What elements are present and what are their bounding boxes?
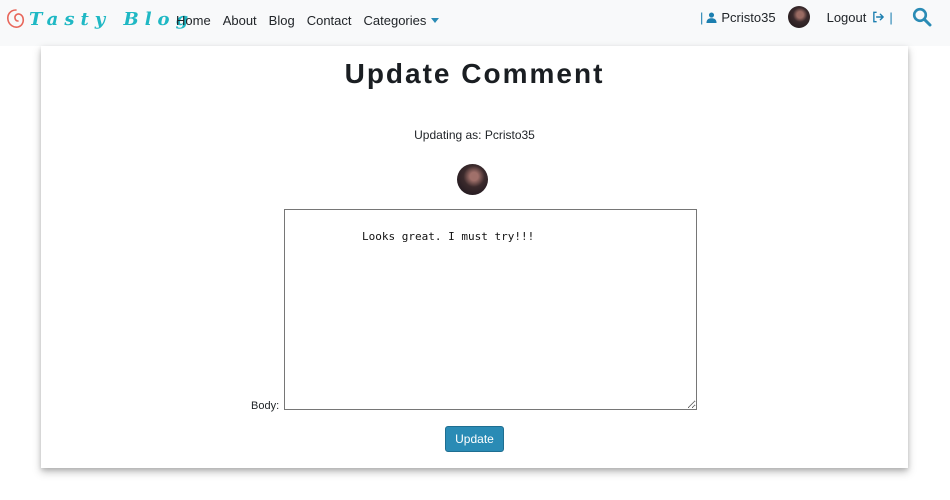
navbar: Tasty Blog Home About Blog Contact Categ… [0,0,950,46]
avatar[interactable] [787,6,810,28]
nav-contact[interactable]: Contact [301,13,358,28]
update-button[interactable]: Update [445,426,504,452]
user-area: | Pcristo35 Logout | [700,0,893,34]
nav-categories-label: Categories [363,12,427,28]
separator: | [889,9,893,25]
updating-as-text: Updating as: Pcristo35 [414,128,535,142]
nav-categories-dropdown[interactable]: Categories [358,13,446,28]
user-icon [706,11,717,23]
update-comment-card: Update Comment Updating as: Pcristo35 Bo… [41,46,908,468]
page-title: Update Comment [344,58,605,89]
sign-out-icon[interactable] [872,11,885,23]
search-icon[interactable] [912,7,932,27]
avatar [457,164,488,195]
separator: | [700,9,704,25]
main-nav: Home About Blog Contact Categories [170,0,445,40]
comment-body-textarea[interactable]: Looks great. I must try!!! [284,209,697,410]
username-link[interactable]: Pcristo35 [721,10,775,25]
nav-about[interactable]: About [217,13,263,28]
nav-blog[interactable]: Blog [263,13,301,28]
nav-home[interactable]: Home [170,13,217,28]
logout-link[interactable]: Logout [827,10,867,25]
body-label: Body: [251,400,280,412]
brand-link[interactable]: Tasty Blog [6,8,194,30]
caret-down-icon [431,17,440,23]
swirl-logo-icon [7,9,25,28]
